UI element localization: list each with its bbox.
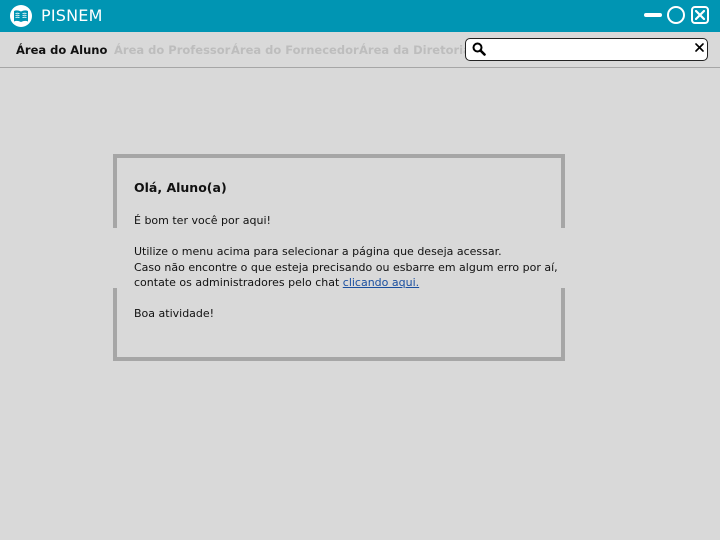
search-icon[interactable] [472,42,486,56]
card-border-left-top [113,154,117,228]
info-line-1: Utilize o menu acima para selecionar a p… [134,245,502,258]
book-logo-icon [10,5,32,27]
search-box[interactable] [465,38,708,61]
welcome-text: É bom ter você por aqui! [134,214,271,227]
close-button[interactable] [691,6,709,24]
nav-bar: Área do Aluno Área do Professor Área do … [0,32,720,68]
info-line-3: contate os administradores pelo chat [134,276,343,289]
minimize-icon [644,13,662,17]
minimize-button[interactable] [644,6,662,24]
card-border-right-bottom [561,288,565,361]
nav-tab-fornecedor[interactable]: Área do Fornecedor [231,43,359,57]
greeting-heading: Olá, Aluno(a) [134,180,227,195]
closing-text: Boa atividade! [134,307,215,320]
title-bar: PISNEM [0,0,720,32]
info-text: Utilize o menu acima para selecionar a p… [134,244,558,291]
card-border-bottom [113,357,565,361]
close-icon [695,10,705,20]
nav-tab-diretoria[interactable]: Área da Diretoria [359,43,471,57]
nav-tab-aluno[interactable]: Área do Aluno [16,43,107,57]
maximize-button[interactable] [667,6,685,24]
maximize-icon [667,6,685,24]
card-border-left-bottom [113,288,117,361]
card-border-right-top [561,154,565,228]
app-title: PISNEM [41,6,103,25]
welcome-card: Olá, Aluno(a) É bom ter você por aqui! U… [113,154,565,361]
chat-link[interactable]: clicando aqui. [343,276,419,289]
info-line-2: Caso não encontre o que esteja precisand… [134,260,558,274]
search-input[interactable] [490,41,694,60]
nav-tab-professor[interactable]: Área do Professor [114,43,230,57]
card-border-top [113,154,565,158]
clear-icon[interactable] [695,43,704,52]
